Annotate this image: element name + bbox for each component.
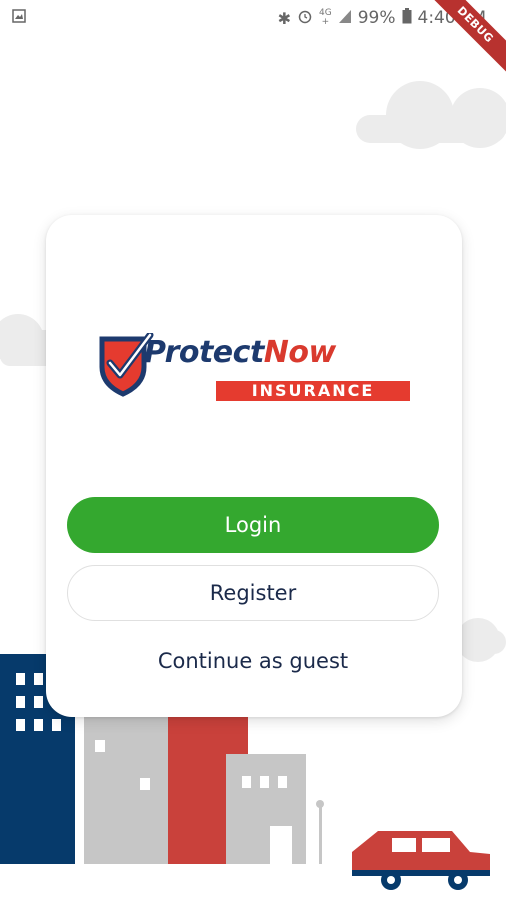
login-button[interactable]: Login (67, 497, 439, 553)
status-bar: ✱ 4G + 99% 4:40 PM (0, 0, 506, 36)
network-type: 4G + (319, 9, 332, 27)
screen: ✱ 4G + 99% 4:40 PM DEBUG (0, 0, 506, 900)
logo-word-protect: Protect (144, 335, 264, 370)
signal-icon (338, 8, 352, 29)
battery-percent: 99% (357, 8, 396, 28)
logo-subtitle: INSURANCE (216, 381, 410, 401)
car (352, 831, 490, 890)
network-activity: + (321, 17, 330, 27)
logo-wordmark: ProtectNow (144, 335, 336, 370)
building-gray-right (226, 754, 306, 864)
cloud-top-right (356, 81, 506, 149)
bluetooth-icon: ✱ (277, 8, 291, 28)
battery-icon (402, 7, 412, 29)
continue-as-guest-link[interactable]: Continue as guest (67, 643, 439, 679)
protectnow-logo: ProtectNow INSURANCE (96, 333, 414, 405)
gallery-notification-icon (12, 8, 26, 28)
building-gray-left (84, 712, 170, 864)
register-button[interactable]: Register (67, 565, 439, 621)
alarm-icon (297, 8, 313, 29)
logo-word-now: Now (263, 335, 336, 370)
login-card: ProtectNow INSURANCE Login Register Cont… (46, 215, 462, 717)
street-lamp (319, 806, 322, 864)
